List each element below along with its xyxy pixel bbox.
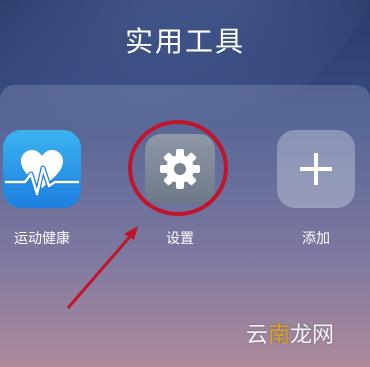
app-label-add: 添加 (302, 231, 330, 247)
folder-title: 实用工具 (124, 25, 245, 58)
watermark-accent: 南 (267, 323, 290, 348)
app-label-health: 运动健康 (14, 231, 70, 247)
app-health[interactable]: 运动健康 (2, 130, 82, 248)
app-label-settings: 设置 (166, 231, 194, 247)
app-add[interactable]: 添加 (276, 130, 356, 248)
watermark-suffix: 龙网 (289, 323, 334, 348)
watermark-prefix: 云 (245, 323, 268, 348)
highlight-circle (128, 120, 228, 216)
health-heart-icon[interactable] (3, 130, 81, 208)
plus-icon[interactable] (277, 130, 355, 208)
home-screen: 实用工具 运动健康 设置 添加 云南龙网 (0, 0, 370, 367)
watermark: 云南龙网 (246, 317, 334, 349)
